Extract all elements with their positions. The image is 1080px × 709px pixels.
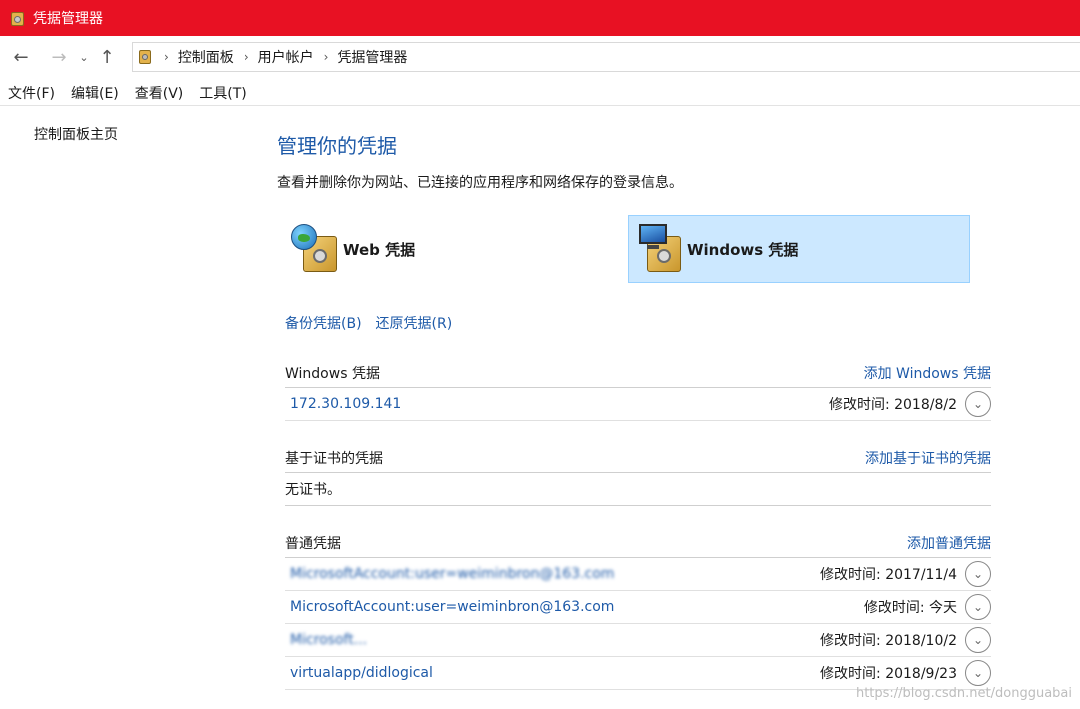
back-arrow-icon[interactable]: ←	[9, 45, 33, 69]
restore-credentials-link[interactable]: 还原凭据(R)	[376, 313, 453, 333]
menu-tools[interactable]: 工具(T)	[199, 83, 246, 103]
breadcrumb-credential-manager[interactable]: 凭据管理器	[337, 47, 407, 67]
empty-state-text: 无证书。	[285, 473, 991, 506]
breadcrumb-user-accounts[interactable]: 用户帐户	[258, 47, 314, 67]
add-windows-credential-link[interactable]: 添加 Windows 凭据	[864, 363, 991, 383]
backup-restore-links: 备份凭据(B) 还原凭据(R)	[285, 313, 452, 333]
credential-name[interactable]: Microsoft...	[290, 632, 367, 648]
chevron-right-icon[interactable]: ›	[324, 50, 329, 64]
forward-arrow-icon[interactable]: →	[47, 45, 71, 69]
add-certificate-credential-link[interactable]: 添加基于证书的凭据	[865, 448, 991, 468]
web-credentials-icon	[291, 224, 341, 274]
menu-view[interactable]: 查看(V)	[135, 83, 184, 103]
credential-manager-icon	[138, 48, 154, 66]
address-bar: ← → ⌄ ↑ › 控制面板 › 用户帐户 › 凭据管理器	[0, 36, 1080, 78]
credential-name[interactable]: 172.30.109.141	[290, 396, 401, 412]
page-title: 管理你的凭据	[277, 134, 397, 158]
credential-row[interactable]: MicrosoftAccount:user=weiminbron@163.com…	[285, 558, 991, 591]
credential-name[interactable]: MicrosoftAccount:user=weiminbron@163.com	[290, 566, 614, 582]
recent-locations-chevron-icon[interactable]: ⌄	[77, 45, 91, 69]
menu-edit[interactable]: 编辑(E)	[71, 83, 119, 103]
expand-chevron-icon[interactable]: ⌄	[965, 561, 991, 587]
section-header: 基于证书的凭据 添加基于证书的凭据	[285, 443, 991, 473]
section-header: Windows 凭据 添加 Windows 凭据	[285, 358, 991, 388]
add-generic-credential-link[interactable]: 添加普通凭据	[907, 533, 991, 553]
web-credentials-label: Web 凭据	[343, 240, 416, 259]
modified-time: 修改时间: 2018/9/23	[820, 666, 957, 682]
section-header: 普通凭据 添加普通凭据	[285, 528, 991, 558]
up-arrow-icon[interactable]: ↑	[95, 45, 119, 69]
chevron-right-icon[interactable]: ›	[244, 50, 249, 64]
section-title: 普通凭据	[285, 535, 341, 552]
credential-row[interactable]: MicrosoftAccount:user=weiminbron@163.com…	[285, 591, 991, 624]
title-bar: 凭据管理器	[0, 0, 1080, 36]
section-title: 基于证书的凭据	[285, 450, 383, 467]
section-title: Windows 凭据	[285, 365, 380, 382]
backup-credentials-link[interactable]: 备份凭据(B)	[285, 313, 362, 333]
watermark: https://blog.csdn.net/dongguabai	[855, 686, 1072, 701]
windows-credentials-label: Windows 凭据	[687, 240, 799, 259]
breadcrumb[interactable]: › 控制面板 › 用户帐户 › 凭据管理器	[132, 42, 1080, 72]
credential-name[interactable]: virtualapp/didlogical	[290, 665, 433, 681]
credential-name[interactable]: MicrosoftAccount:user=weiminbron@163.com	[290, 599, 614, 615]
expand-chevron-icon[interactable]: ⌄	[965, 391, 991, 417]
sidebar-item-control-panel-home[interactable]: 控制面板主页	[34, 124, 118, 144]
menu-file[interactable]: 文件(F)	[8, 83, 55, 103]
windows-credentials-section: Windows 凭据 添加 Windows 凭据 172.30.109.141 …	[285, 358, 991, 421]
windows-credentials-tile[interactable]: Windows 凭据	[628, 215, 970, 283]
modified-time: 修改时间: 2018/10/2	[820, 633, 957, 649]
modified-time: 修改时间: 今天	[863, 600, 957, 616]
modified-time: 修改时间: 2018/8/2	[828, 397, 957, 413]
generic-credentials-section: 普通凭据 添加普通凭据 MicrosoftAccount:user=weimin…	[285, 528, 991, 690]
certificate-credentials-section: 基于证书的凭据 添加基于证书的凭据 无证书。	[285, 443, 991, 506]
menu-bar: 文件(F) 编辑(E) 查看(V) 工具(T)	[0, 80, 1080, 106]
window-title: 凭据管理器	[33, 11, 103, 27]
windows-credentials-icon	[635, 224, 685, 274]
expand-chevron-icon[interactable]: ⌄	[965, 594, 991, 620]
expand-chevron-icon[interactable]: ⌄	[965, 627, 991, 653]
page-description: 查看并删除你为网站、已连接的应用程序和网络保存的登录信息。	[277, 175, 683, 191]
modified-time: 修改时间: 2017/11/4	[820, 567, 957, 583]
credential-row[interactable]: 172.30.109.141 修改时间: 2018/8/2 ⌄	[285, 388, 991, 421]
chevron-right-icon[interactable]: ›	[164, 50, 169, 64]
expand-chevron-icon[interactable]: ⌄	[965, 660, 991, 686]
credential-row[interactable]: Microsoft... 修改时间: 2018/10/2 ⌄	[285, 624, 991, 657]
web-credentials-tile[interactable]: Web 凭据	[285, 215, 615, 283]
credential-manager-icon	[10, 9, 26, 27]
breadcrumb-control-panel[interactable]: 控制面板	[178, 47, 234, 67]
